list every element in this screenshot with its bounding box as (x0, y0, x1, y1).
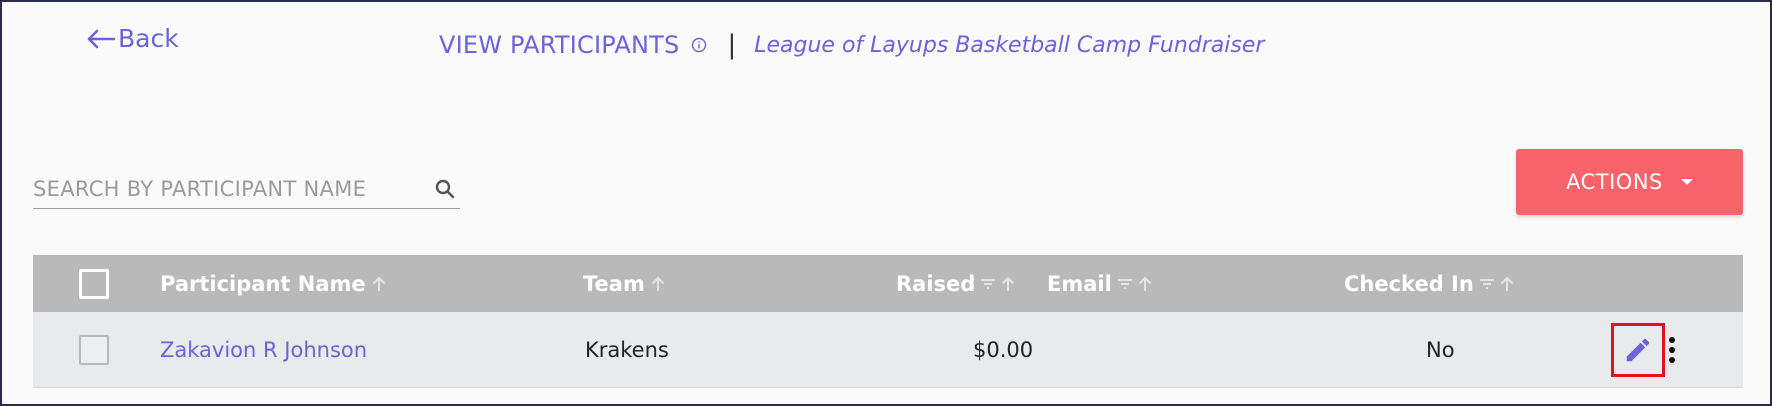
participant-name-link[interactable]: Zakavion R Johnson (160, 338, 367, 362)
search-input[interactable] (33, 173, 423, 205)
header-divider: | (727, 30, 737, 60)
sort-arrow-up-icon[interactable] (649, 275, 667, 293)
table-header: Participant Name Team Raised Email Check… (33, 255, 1743, 312)
page-header: VIEW PARTICIPANTS | League of Layups Bas… (439, 30, 1264, 60)
arrow-left-icon (87, 29, 116, 48)
column-header-name[interactable]: Participant Name (160, 255, 388, 312)
table-row: Zakavion R Johnson Krakens $0.00 No (33, 312, 1743, 388)
participants-table: Participant Name Team Raised Email Check… (33, 255, 1743, 388)
column-header-checked-in[interactable]: Checked In (1344, 255, 1516, 312)
checked-in-cell: No (1426, 338, 1455, 362)
column-header-raised-label: Raised (896, 271, 976, 296)
column-header-email-label: Email (1047, 271, 1112, 296)
sort-arrow-up-icon[interactable] (1498, 275, 1516, 293)
row-checkbox[interactable] (79, 335, 109, 365)
participant-name-cell: Zakavion R Johnson (160, 312, 367, 388)
page-frame: Back VIEW PARTICIPANTS | League of Layup… (0, 0, 1772, 406)
sort-arrow-up-icon[interactable] (999, 275, 1017, 293)
sort-arrow-up-icon[interactable] (370, 275, 388, 293)
actions-button[interactable]: ACTIONS (1516, 149, 1743, 215)
filter-lines-icon[interactable] (1116, 275, 1134, 293)
info-icon[interactable] (691, 37, 707, 53)
select-all-checkbox[interactable] (79, 269, 109, 299)
filter-lines-icon[interactable] (1478, 275, 1496, 293)
team-cell: Krakens (585, 338, 669, 362)
column-header-name-label: Participant Name (160, 271, 366, 296)
column-header-team[interactable]: Team (583, 255, 667, 312)
raised-cell: $0.00 (973, 338, 1034, 362)
more-options-button[interactable] (1666, 334, 1678, 366)
back-link[interactable]: Back (86, 24, 179, 53)
sort-arrow-up-icon[interactable] (1136, 275, 1154, 293)
back-label: Back (118, 24, 179, 53)
filter-lines-icon[interactable] (979, 275, 997, 293)
search-bar (33, 170, 460, 209)
search-icon[interactable] (434, 178, 456, 200)
edit-button[interactable] (1611, 323, 1665, 377)
column-header-email[interactable]: Email (1047, 255, 1154, 312)
column-header-checked-in-label: Checked In (1344, 271, 1474, 296)
pencil-icon (1626, 338, 1650, 362)
column-header-team-label: Team (583, 271, 645, 296)
page-title: VIEW PARTICIPANTS (439, 31, 680, 59)
event-name: League of Layups Basketball Camp Fundrai… (754, 32, 1265, 58)
column-header-raised[interactable]: Raised (896, 255, 1017, 312)
actions-label: ACTIONS (1566, 170, 1663, 194)
vertical-dots-icon (1669, 337, 1675, 363)
caret-down-icon (1680, 179, 1693, 185)
